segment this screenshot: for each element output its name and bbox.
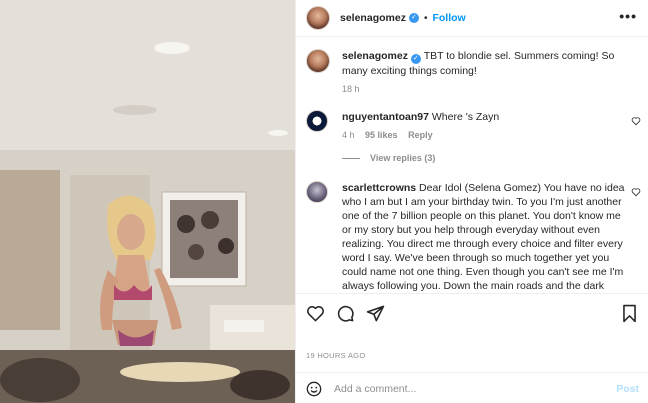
separator-dot: •: [423, 12, 428, 24]
follow-button[interactable]: Follow: [432, 12, 465, 24]
comment-input[interactable]: Add a comment...: [334, 383, 416, 395]
comment-avatar[interactable]: [306, 181, 328, 203]
post-time-ago[interactable]: 19 HOURS AGO: [306, 351, 365, 360]
author-username[interactable]: selenagomez: [340, 12, 406, 24]
more-options-icon[interactable]: •••: [619, 9, 637, 23]
caption-username[interactable]: selenagomez: [342, 50, 408, 62]
verified-badge-icon: ✓: [408, 13, 419, 23]
view-replies-button[interactable]: View replies (3): [342, 153, 435, 163]
comment-text: Dear Idol (Selena Gomez) You have no ide…: [342, 182, 625, 292]
caption-avatar[interactable]: [306, 49, 330, 73]
post-modal: selenagomez ✓ • Follow ••• selenagomez ✓ …: [0, 0, 648, 403]
author-avatar[interactable]: [306, 6, 330, 30]
paper-plane-icon[interactable]: [366, 304, 385, 323]
heart-icon[interactable]: [306, 304, 325, 323]
comment-time[interactable]: 4 h: [342, 130, 355, 140]
comment-text: Where 's Zayn: [431, 111, 500, 123]
comment-avatar[interactable]: [306, 110, 328, 132]
reply-button[interactable]: Reply: [408, 130, 433, 140]
view-replies-label: View replies (3): [370, 153, 436, 163]
replies-line: [342, 157, 360, 159]
comment-username[interactable]: scarlettcrowns: [342, 182, 416, 194]
smiley-icon[interactable]: [306, 381, 322, 397]
bookmark-icon[interactable]: [621, 304, 638, 323]
action-bar: [296, 293, 648, 333]
comments-list[interactable]: selenagomez ✓ TBT to blondie sel. Summers…: [296, 38, 648, 292]
post-photo[interactable]: [0, 0, 295, 403]
verified-badge-icon: ✓: [410, 54, 421, 64]
caption-time[interactable]: 18 h: [342, 84, 360, 94]
post-panel: selenagomez ✓ • Follow ••• selenagomez ✓ …: [295, 0, 648, 403]
heart-icon[interactable]: [631, 187, 641, 197]
post-button[interactable]: Post: [616, 383, 639, 395]
comment-bubble-icon[interactable]: [336, 304, 355, 323]
post-header: selenagomez ✓ • Follow •••: [296, 0, 648, 37]
comment-likes[interactable]: 95 likes: [365, 130, 398, 140]
add-comment-bar: Add a comment... Post: [296, 372, 648, 403]
photo-illustration: [0, 0, 295, 403]
comment-username[interactable]: nguyentantoan97: [342, 111, 429, 123]
heart-icon[interactable]: [631, 116, 641, 126]
